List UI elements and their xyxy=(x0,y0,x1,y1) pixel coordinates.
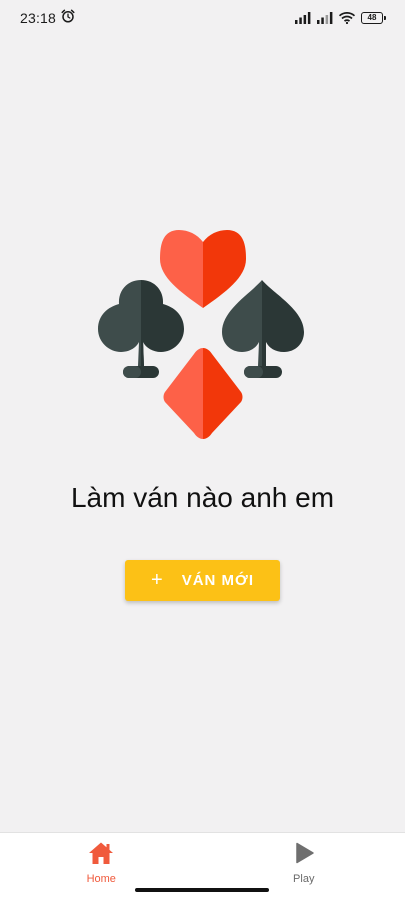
status-left: 23:18 xyxy=(20,9,75,28)
play-icon xyxy=(291,841,317,870)
alarm-icon xyxy=(61,9,75,28)
new-game-button-label: VÁN MỚI xyxy=(181,572,254,589)
page-headline: Làm ván nào anh em xyxy=(70,482,335,513)
status-right: 48 xyxy=(295,12,386,24)
club-icon xyxy=(98,280,184,378)
status-bar: 23:18 48 xyxy=(0,0,405,36)
signal-icon-secondary xyxy=(317,12,333,24)
gesture-bar xyxy=(135,888,269,892)
heart-icon xyxy=(160,230,246,308)
nav-item-label: Play xyxy=(293,873,315,885)
battery-icon: 48 xyxy=(361,12,386,24)
home-screen: 23:18 48 Làm ván nào anh em + VÁN MỚI Ho… xyxy=(0,0,405,900)
nav-item-label: Home xyxy=(86,873,116,885)
card-suits-illustration xyxy=(98,230,304,439)
battery-level: 48 xyxy=(367,13,377,22)
new-game-button[interactable]: + VÁN MỚI xyxy=(125,560,280,601)
status-time: 23:18 xyxy=(20,10,57,26)
plus-icon: + xyxy=(151,568,164,591)
signal-icon xyxy=(295,12,311,24)
spade-icon xyxy=(222,280,304,378)
diamond-icon xyxy=(163,348,243,439)
wifi-icon xyxy=(339,12,355,24)
home-icon xyxy=(88,841,114,870)
